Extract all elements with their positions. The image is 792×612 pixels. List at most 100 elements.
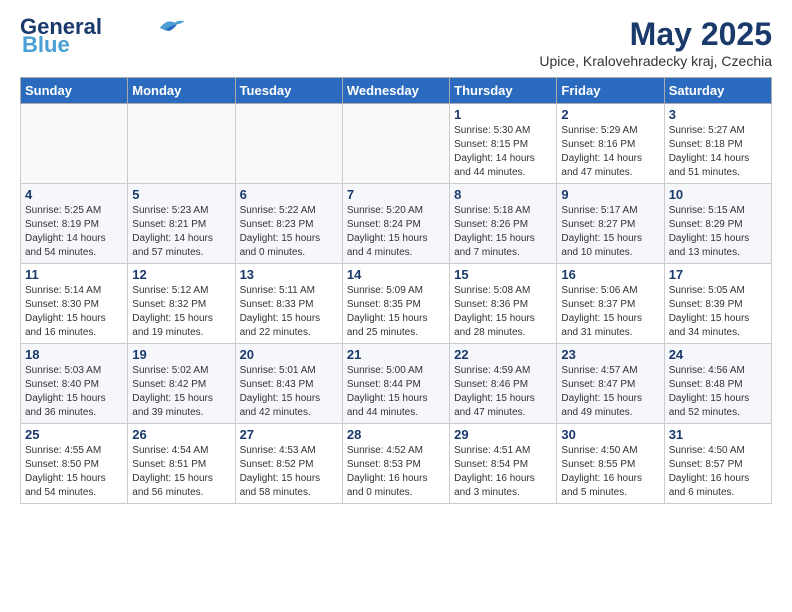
calendar-day-cell: 9 Sunrise: 5:17 AM Sunset: 8:27 PM Daylig… [557,184,664,264]
day-info-text: Sunrise: 5:17 AM Sunset: 8:27 PM Dayligh… [561,204,659,260]
day-info-text: Sunrise: 5:23 AM Sunset: 8:21 PM Dayligh… [132,204,230,260]
day-number: 16 [561,267,659,282]
day-header-wednesday: Wednesday [342,78,449,104]
day-number: 17 [669,267,767,282]
calendar-day-cell: 14 Sunrise: 5:09 AM Sunset: 8:35 PM Dayli… [342,264,449,344]
day-number: 23 [561,347,659,362]
day-info-text: Sunrise: 5:22 AM Sunset: 8:23 PM Dayligh… [240,204,338,260]
day-info-text: Sunrise: 5:06 AM Sunset: 8:37 PM Dayligh… [561,284,659,340]
day-number: 30 [561,427,659,442]
calendar-day-cell: 5 Sunrise: 5:23 AM Sunset: 8:21 PM Daylig… [128,184,235,264]
calendar-day-cell: 31Sunrise: 4:50 AM Sunset: 8:57 PM Dayli… [664,424,771,504]
calendar-day-cell: 2Sunrise: 5:29 AM Sunset: 8:16 PM Daylig… [557,104,664,184]
day-number: 24 [669,347,767,362]
day-info-text: Sunrise: 5:14 AM Sunset: 8:30 PM Dayligh… [25,284,123,340]
day-info-text: Sunrise: 5:02 AM Sunset: 8:42 PM Dayligh… [132,364,230,420]
day-number: 15 [454,267,552,282]
empty-day-cell [342,104,449,184]
day-info-text: Sunrise: 5:18 AM Sunset: 8:26 PM Dayligh… [454,204,552,260]
day-info-text: Sunrise: 4:50 AM Sunset: 8:55 PM Dayligh… [561,444,659,500]
day-header-tuesday: Tuesday [235,78,342,104]
day-header-friday: Friday [557,78,664,104]
day-info-text: Sunrise: 4:55 AM Sunset: 8:50 PM Dayligh… [25,444,123,500]
calendar-week-row: 18 Sunrise: 5:03 AM Sunset: 8:40 PM Dayli… [21,344,772,424]
day-info-text: Sunrise: 5:30 AM Sunset: 8:15 PM Dayligh… [454,124,552,180]
calendar-day-cell: 17 Sunrise: 5:05 AM Sunset: 8:39 PM Dayli… [664,264,771,344]
calendar-day-cell: 27 Sunrise: 4:53 AM Sunset: 8:52 PM Dayli… [235,424,342,504]
day-number: 8 [454,187,552,202]
day-info-text: Sunrise: 5:03 AM Sunset: 8:40 PM Dayligh… [25,364,123,420]
calendar-day-cell: 16 Sunrise: 5:06 AM Sunset: 8:37 PM Dayli… [557,264,664,344]
day-info-text: Sunrise: 5:08 AM Sunset: 8:36 PM Dayligh… [454,284,552,340]
day-info-text: Sunrise: 4:51 AM Sunset: 8:54 PM Dayligh… [454,444,552,500]
calendar-table: SundayMondayTuesdayWednesdayThursdayFrid… [20,77,772,504]
day-number: 29 [454,427,552,442]
day-number: 7 [347,187,445,202]
day-info-text: Sunrise: 5:12 AM Sunset: 8:32 PM Dayligh… [132,284,230,340]
month-year-title: May 2025 [539,16,772,53]
day-number: 9 [561,187,659,202]
calendar-day-cell: 24 Sunrise: 4:56 AM Sunset: 8:48 PM Dayli… [664,344,771,424]
location-subtitle: Upice, Kralovehradecky kraj, Czechia [539,53,772,69]
day-info-text: Sunrise: 4:53 AM Sunset: 8:52 PM Dayligh… [240,444,338,500]
calendar-day-cell: 1 Sunrise: 5:30 AM Sunset: 8:15 PM Daylig… [450,104,557,184]
day-number: 6 [240,187,338,202]
day-number: 22 [454,347,552,362]
calendar-day-cell: 13 Sunrise: 5:11 AM Sunset: 8:33 PM Dayli… [235,264,342,344]
day-header-saturday: Saturday [664,78,771,104]
calendar-day-cell: 23 Sunrise: 4:57 AM Sunset: 8:47 PM Dayli… [557,344,664,424]
calendar-day-cell: 12Sunrise: 5:12 AM Sunset: 8:32 PM Dayli… [128,264,235,344]
calendar-day-cell: 25 Sunrise: 4:55 AM Sunset: 8:50 PM Dayli… [21,424,128,504]
calendar-day-cell: 18 Sunrise: 5:03 AM Sunset: 8:40 PM Dayli… [21,344,128,424]
day-info-text: Sunrise: 5:09 AM Sunset: 8:35 PM Dayligh… [347,284,445,340]
day-number: 13 [240,267,338,282]
calendar-day-cell: 11 Sunrise: 5:14 AM Sunset: 8:30 PM Dayli… [21,264,128,344]
day-number: 11 [25,267,123,282]
logo: General Blue [20,16,186,58]
day-number: 10 [669,187,767,202]
calendar-day-cell: 22Sunrise: 4:59 AM Sunset: 8:46 PM Dayli… [450,344,557,424]
day-info-text: Sunrise: 5:27 AM Sunset: 8:18 PM Dayligh… [669,124,767,180]
day-info-text: Sunrise: 5:05 AM Sunset: 8:39 PM Dayligh… [669,284,767,340]
calendar-week-row: 4 Sunrise: 5:25 AM Sunset: 8:19 PM Daylig… [21,184,772,264]
day-number: 26 [132,427,230,442]
calendar-week-row: 25 Sunrise: 4:55 AM Sunset: 8:50 PM Dayli… [21,424,772,504]
empty-day-cell [235,104,342,184]
day-header-monday: Monday [128,78,235,104]
day-info-text: Sunrise: 5:25 AM Sunset: 8:19 PM Dayligh… [25,204,123,260]
day-number: 4 [25,187,123,202]
page-header: General Blue May 2025 Upice, Kralovehrad… [20,16,772,69]
empty-day-cell [128,104,235,184]
calendar-day-cell: 20 Sunrise: 5:01 AM Sunset: 8:43 PM Dayli… [235,344,342,424]
logo-blue: Blue [22,32,70,58]
day-info-text: Sunrise: 5:29 AM Sunset: 8:16 PM Dayligh… [561,124,659,180]
day-number: 3 [669,107,767,122]
day-number: 28 [347,427,445,442]
day-header-sunday: Sunday [21,78,128,104]
calendar-day-cell: 7Sunrise: 5:20 AM Sunset: 8:24 PM Daylig… [342,184,449,264]
day-number: 27 [240,427,338,442]
calendar-week-row: 11 Sunrise: 5:14 AM Sunset: 8:30 PM Dayli… [21,264,772,344]
day-number: 20 [240,347,338,362]
calendar-day-cell: 15 Sunrise: 5:08 AM Sunset: 8:36 PM Dayli… [450,264,557,344]
day-number: 1 [454,107,552,122]
calendar-day-cell: 8 Sunrise: 5:18 AM Sunset: 8:26 PM Daylig… [450,184,557,264]
day-number: 14 [347,267,445,282]
title-area: May 2025 Upice, Kralovehradecky kraj, Cz… [539,16,772,69]
calendar-header-row: SundayMondayTuesdayWednesdayThursdayFrid… [21,78,772,104]
calendar-day-cell: 29 Sunrise: 4:51 AM Sunset: 8:54 PM Dayli… [450,424,557,504]
calendar-day-cell: 4 Sunrise: 5:25 AM Sunset: 8:19 PM Daylig… [21,184,128,264]
day-number: 18 [25,347,123,362]
calendar-day-cell: 10Sunrise: 5:15 AM Sunset: 8:29 PM Dayli… [664,184,771,264]
calendar-day-cell: 21Sunrise: 5:00 AM Sunset: 8:44 PM Dayli… [342,344,449,424]
day-number: 5 [132,187,230,202]
day-info-text: Sunrise: 4:56 AM Sunset: 8:48 PM Dayligh… [669,364,767,420]
day-info-text: Sunrise: 5:11 AM Sunset: 8:33 PM Dayligh… [240,284,338,340]
empty-day-cell [21,104,128,184]
day-number: 25 [25,427,123,442]
calendar-week-row: 1 Sunrise: 5:30 AM Sunset: 8:15 PM Daylig… [21,104,772,184]
day-info-text: Sunrise: 5:01 AM Sunset: 8:43 PM Dayligh… [240,364,338,420]
calendar-day-cell: 19Sunrise: 5:02 AM Sunset: 8:42 PM Dayli… [128,344,235,424]
day-info-text: Sunrise: 4:57 AM Sunset: 8:47 PM Dayligh… [561,364,659,420]
calendar-day-cell: 6 Sunrise: 5:22 AM Sunset: 8:23 PM Daylig… [235,184,342,264]
